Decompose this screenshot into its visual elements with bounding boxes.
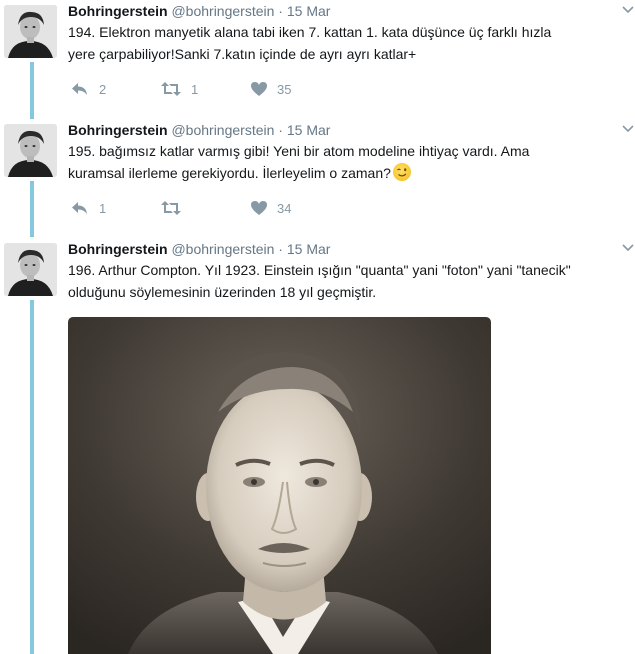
avatar[interactable]: [4, 243, 57, 296]
tweet-header: Bohringerstein @bohringerstein · 15 Mar: [68, 240, 330, 258]
tweet-text-line: 196. Arthur Compton. Yıl 1923. Einstein …: [68, 262, 571, 278]
tweet-text-line: kuramsal ilerleme gerekiyordu. İlerleyel…: [68, 165, 391, 181]
tweet[interactable]: Bohringerstein @bohringerstein · 15 Mar …: [0, 0, 635, 110]
chevron-down-icon[interactable]: [621, 124, 635, 134]
separator-dot: ·: [278, 122, 283, 138]
retweet-icon: [161, 82, 181, 96]
reply-icon: [72, 202, 87, 214]
user-handle[interactable]: @bohringerstein: [171, 3, 274, 19]
like-button[interactable]: 34: [250, 198, 291, 218]
tweet-date[interactable]: 15 Mar: [287, 241, 331, 257]
tweet-date[interactable]: 15 Mar: [287, 122, 331, 138]
tweet-text-line: 194. Elektron manyetik alana tabi iken 7…: [68, 24, 552, 40]
tweet-text: 195. bağımsız katlar varmış gibi! Yeni b…: [68, 140, 628, 184]
display-name[interactable]: Bohringerstein: [68, 3, 168, 19]
reply-icon: [72, 83, 87, 95]
separator-dot: ·: [278, 3, 283, 19]
reply-button[interactable]: 2: [70, 79, 106, 99]
tweet-text: 196. Arthur Compton. Yıl 1923. Einstein …: [68, 259, 628, 303]
like-count: 35: [277, 81, 292, 97]
tweet-text-line: yere çarpabiliyor!Sanki 7.katın içinde d…: [68, 46, 417, 62]
tweet-text-line: 195. bağımsız katlar varmış gibi! Yeni b…: [68, 143, 530, 159]
tweet-text-line: olduğunu söylemesinin üzerinden 18 yıl g…: [68, 284, 377, 300]
tweet-date[interactable]: 15 Mar: [287, 3, 331, 19]
avatar[interactable]: [4, 124, 57, 177]
separator-dot: ·: [278, 241, 283, 257]
retweet-button[interactable]: [160, 198, 191, 218]
reply-button[interactable]: 1: [70, 198, 106, 218]
display-name[interactable]: Bohringerstein: [68, 241, 168, 257]
tweet-media-photo[interactable]: [68, 317, 491, 654]
winking-face-emoji-icon: [392, 163, 411, 181]
tweet[interactable]: Bohringerstein @bohringerstein · 15 Mar …: [0, 119, 635, 229]
like-button[interactable]: 35: [250, 79, 291, 99]
like-count: 34: [277, 200, 292, 216]
retweet-icon: [161, 201, 181, 215]
tweet-header: Bohringerstein @bohringerstein · 15 Mar: [68, 2, 330, 20]
avatar[interactable]: [4, 5, 57, 58]
tweet-text: 194. Elektron manyetik alana tabi iken 7…: [68, 21, 628, 65]
chevron-down-icon[interactable]: [621, 5, 635, 15]
like-icon: [251, 201, 267, 215]
user-handle[interactable]: @bohringerstein: [171, 241, 274, 257]
reply-count: 1: [99, 200, 107, 216]
reply-count: 2: [99, 81, 107, 97]
timeline: Bohringerstein @bohringerstein · 15 Mar …: [0, 0, 635, 654]
chevron-down-icon[interactable]: [621, 243, 635, 253]
display-name[interactable]: Bohringerstein: [68, 122, 168, 138]
like-icon: [251, 82, 267, 96]
tweet-header: Bohringerstein @bohringerstein · 15 Mar: [68, 121, 330, 139]
retweet-count: 1: [191, 81, 199, 97]
retweet-button[interactable]: 1: [160, 79, 198, 99]
user-handle[interactable]: @bohringerstein: [171, 122, 274, 138]
